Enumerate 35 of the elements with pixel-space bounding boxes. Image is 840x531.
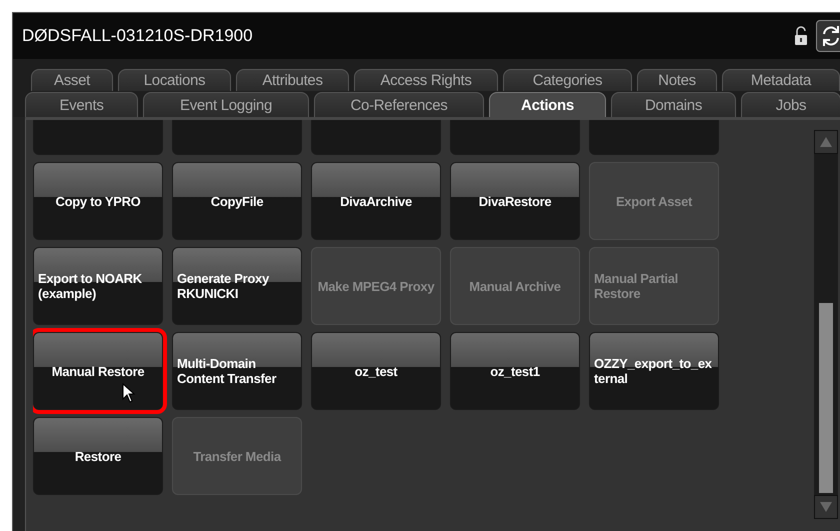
action-button[interactable]: Copy to YPRO	[33, 162, 163, 240]
tab[interactable]: Events	[25, 92, 138, 117]
window-title: DØDSFALL-031210S-DR1900	[22, 26, 254, 46]
action-button[interactable]: Multi-Domain Content Transfer	[172, 332, 302, 410]
tab[interactable]: Co-References	[314, 92, 484, 117]
action-button[interactable]: oz_test1	[450, 332, 580, 410]
action-button[interactable]: Generate Proxy RKUNICKI	[172, 247, 302, 325]
action-button[interactable]: CopyFile	[172, 162, 302, 240]
tab[interactable]: Asset	[31, 69, 113, 91]
action-button[interactable]: OZZY_export_to_external	[589, 332, 719, 410]
mouse-cursor-icon	[122, 383, 136, 403]
tab[interactable]: Jobs	[741, 92, 840, 117]
refresh-button[interactable]	[816, 20, 840, 52]
scrollbar[interactable]	[814, 130, 838, 519]
tab[interactable]: Metadata	[722, 69, 840, 91]
tab[interactable]: Access Rights	[354, 69, 498, 91]
scroll-thumb[interactable]	[819, 303, 833, 493]
up-triangle-icon	[820, 137, 832, 147]
tab[interactable]: Actions	[489, 92, 606, 117]
tab[interactable]: Event Logging	[143, 92, 309, 117]
action-button[interactable]: Export to NOARK (example)	[33, 247, 163, 325]
tab[interactable]: Locations	[118, 69, 231, 91]
action-button[interactable]: DivaArchive	[311, 162, 441, 240]
action-button[interactable]: Restore	[33, 417, 163, 495]
scroll-up-button[interactable]	[814, 130, 838, 154]
down-triangle-icon	[820, 502, 832, 512]
scroll-down-button[interactable]	[814, 495, 838, 519]
tab[interactable]: Categories	[503, 69, 632, 91]
action-button[interactable]: oz_test	[311, 332, 441, 410]
tab[interactable]: Domains	[611, 92, 736, 117]
tab[interactable]: Attributes	[236, 69, 349, 91]
tab[interactable]: Notes	[637, 69, 717, 91]
lock-icon[interactable]	[794, 26, 808, 46]
action-button[interactable]: DivaRestore	[450, 162, 580, 240]
refresh-icon	[820, 24, 840, 48]
